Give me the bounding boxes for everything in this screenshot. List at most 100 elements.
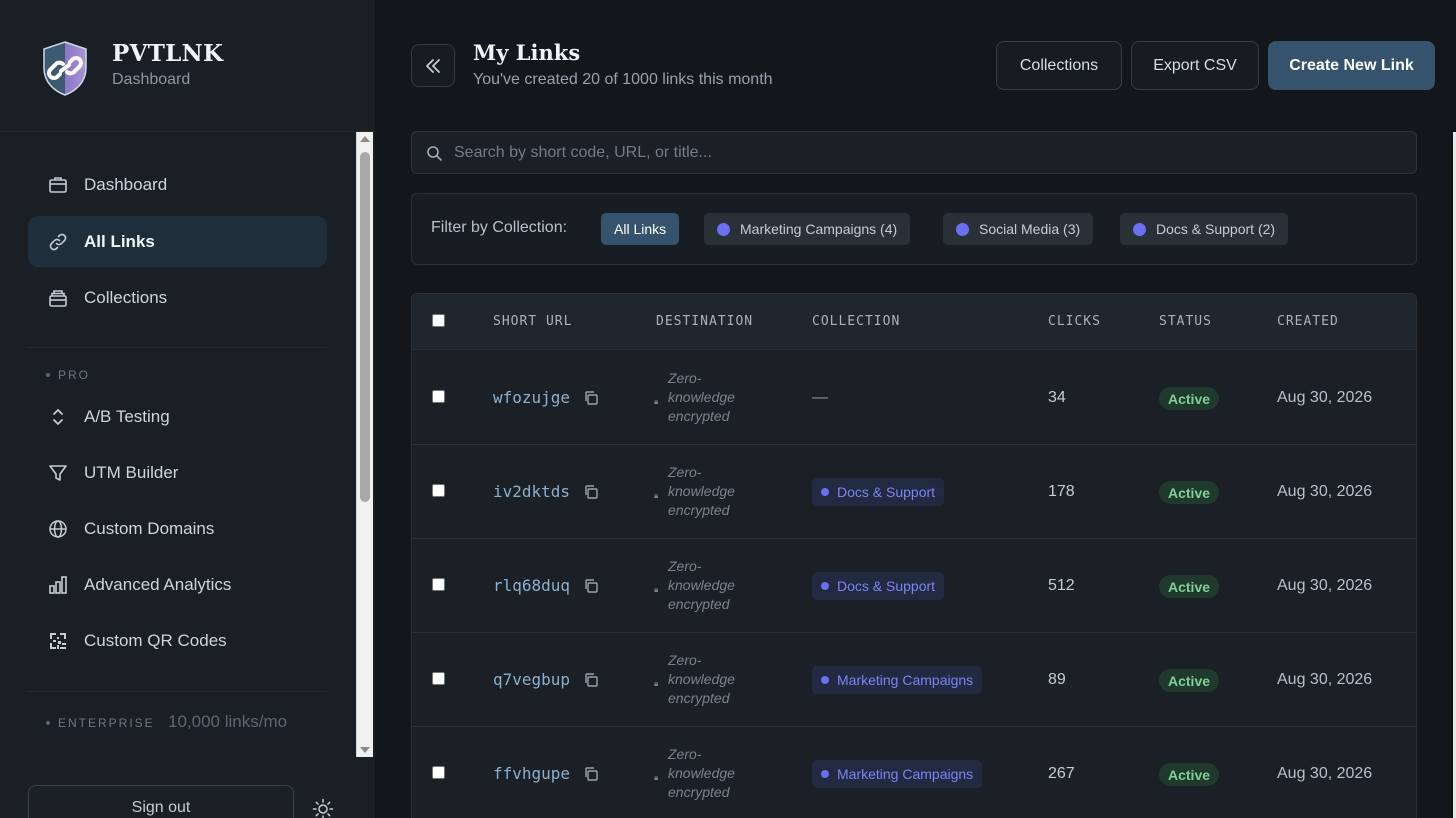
collection-tag[interactable]: Marketing Campaigns: [812, 760, 983, 788]
table-row[interactable]: iv2dktds 🔒︎ Zero- knowledge encrypted Do…: [412, 445, 1416, 539]
chip-label: Docs & Support (2): [1156, 221, 1276, 237]
dest-line: encrypted: [668, 784, 730, 800]
collection-filter: Filter by Collection: All Links Marketin…: [411, 193, 1417, 265]
copy-icon[interactable]: [583, 766, 599, 782]
collection-dot-icon: [821, 582, 829, 590]
column-header-created[interactable]: CREATED: [1277, 314, 1339, 329]
folder-stack-icon: [48, 288, 68, 308]
collection-dot-icon: [821, 676, 829, 684]
scroll-down-arrow-icon[interactable]: [360, 747, 370, 753]
created-date: Aug 30, 2026: [1277, 577, 1373, 594]
copy-icon[interactable]: [583, 578, 599, 594]
short-url-link[interactable]: ffvhgupe: [493, 764, 570, 783]
sidebar-item-utm-builder[interactable]: UTM Builder: [28, 447, 327, 498]
scroll-up-arrow-icon[interactable]: [360, 136, 370, 142]
sidebar-item-collections[interactable]: Collections: [28, 272, 327, 323]
filter-chip-all-links[interactable]: All Links: [601, 213, 680, 245]
search-input[interactable]: [454, 143, 1354, 162]
collection-tag[interactable]: Docs & Support: [812, 478, 945, 506]
collection-tag-label: Marketing Campaigns: [837, 766, 974, 782]
sidebar-scrollbar[interactable]: [356, 132, 373, 757]
column-header-status[interactable]: STATUS: [1159, 314, 1212, 329]
column-header-short-url[interactable]: SHORT URL: [493, 314, 572, 329]
table-header: SHORT URL DESTINATION COLLECTION CLICKS …: [412, 294, 1416, 350]
row-checkbox[interactable]: [432, 672, 445, 685]
brand-header: PVTLNK Dashboard: [0, 0, 375, 132]
row-checkbox[interactable]: [432, 484, 445, 497]
row-checkbox[interactable]: [432, 390, 445, 403]
scroll-thumb[interactable]: [360, 152, 370, 502]
dest-line: Zero-: [668, 652, 702, 668]
sidebar-item-ab-testing[interactable]: A/B Testing: [28, 391, 327, 442]
sidebar-item-label: A/B Testing: [84, 406, 170, 426]
sign-out-button[interactable]: Sign out: [28, 785, 294, 818]
status-badge: Active: [1159, 387, 1220, 410]
links-table: SHORT URL DESTINATION COLLECTION CLICKS …: [411, 293, 1417, 818]
brand-title: PVTLNK: [112, 40, 224, 67]
sidebar-item-advanced-analytics[interactable]: Advanced Analytics: [28, 559, 327, 610]
sidebar-nav: Dashboard All Links Collections PRO A/B …: [0, 132, 356, 758]
sidebar-item-custom-domains[interactable]: Custom Domains: [28, 503, 327, 554]
collection-empty: —: [812, 389, 828, 406]
lock-icon: 🔒︎: [654, 397, 659, 406]
sidebar-item-label: Dashboard: [84, 174, 168, 194]
chip-label: Marketing Campaigns (4): [740, 221, 898, 237]
short-url-link[interactable]: rlq68duq: [493, 576, 570, 595]
sidebar-item-custom-qr-codes[interactable]: Custom QR Codes: [28, 615, 327, 666]
collection-tag[interactable]: Marketing Campaigns: [812, 666, 983, 694]
dest-line: knowledge: [668, 577, 735, 593]
globe-icon: [48, 519, 68, 539]
row-checkbox[interactable]: [432, 766, 445, 779]
filter-chip-social-media[interactable]: Social Media (3): [943, 213, 1094, 245]
sidebar-item-dashboard[interactable]: Dashboard: [28, 159, 327, 210]
create-new-link-button[interactable]: Create New Link: [1268, 41, 1435, 90]
sidebar-item-label: Custom Domains: [84, 518, 215, 538]
lock-icon: 🔒︎: [654, 773, 659, 782]
status-badge: Active: [1159, 763, 1220, 786]
select-all-checkbox[interactable]: [432, 314, 445, 327]
dest-line: knowledge: [668, 483, 735, 499]
collapse-sidebar-button[interactable]: [411, 44, 455, 87]
collection-dot-icon: [821, 488, 829, 496]
dest-line: knowledge: [668, 389, 735, 405]
column-header-clicks[interactable]: CLICKS: [1048, 314, 1101, 329]
search-icon: [427, 145, 442, 161]
filter-chip-docs-support[interactable]: Docs & Support (2): [1120, 213, 1289, 245]
sidebar-item-label: Advanced Analytics: [84, 574, 232, 594]
copy-icon[interactable]: [583, 672, 599, 688]
collection-tag-label: Docs & Support: [837, 484, 936, 500]
divider: [28, 347, 327, 348]
collections-button[interactable]: Collections: [996, 41, 1122, 90]
bullet-dot: [46, 373, 50, 377]
dest-line: knowledge: [668, 765, 735, 781]
bar-chart-icon: [48, 575, 68, 595]
copy-icon[interactable]: [583, 484, 599, 500]
collection-tag[interactable]: Docs & Support: [812, 572, 945, 600]
short-url-link[interactable]: iv2dktds: [493, 482, 570, 501]
created-date: Aug 30, 2026: [1277, 483, 1373, 500]
lock-icon: 🔒︎: [654, 679, 659, 688]
column-header-destination[interactable]: DESTINATION: [656, 314, 753, 329]
divider: [28, 691, 327, 692]
table-row[interactable]: rlq68duq 🔒︎ Zero- knowledge encrypted Do…: [412, 539, 1416, 633]
table-row[interactable]: wfozujge 🔒︎ Zero- knowledge encrypted — …: [412, 351, 1416, 445]
sidebar-item-all-links[interactable]: All Links: [28, 216, 327, 267]
chip-label: Social Media (3): [979, 221, 1081, 237]
dest-line: knowledge: [668, 671, 735, 687]
short-url-link[interactable]: wfozujge: [493, 388, 570, 407]
click-count: 512: [1048, 577, 1075, 594]
row-checkbox[interactable]: [432, 578, 445, 591]
table-row[interactable]: q7vegbup 🔒︎ Zero- knowledge encrypted Ma…: [412, 633, 1416, 727]
copy-icon[interactable]: [583, 390, 599, 406]
collection-dot-icon: [821, 770, 829, 778]
shield-link-logo-icon: [43, 41, 87, 96]
dest-line: Zero-: [668, 558, 702, 574]
table-row[interactable]: ffvhgupe 🔒︎ Zero- knowledge encrypted Ma…: [412, 727, 1416, 818]
sun-icon[interactable]: [312, 798, 334, 818]
export-csv-button[interactable]: Export CSV: [1131, 41, 1259, 90]
filter-chip-marketing-campaigns[interactable]: Marketing Campaigns (4): [704, 213, 911, 245]
brand-subtitle: Dashboard: [112, 71, 191, 88]
dest-line: Zero-: [668, 746, 702, 762]
column-header-collection[interactable]: COLLECTION: [812, 314, 900, 329]
short-url-link[interactable]: q7vegbup: [493, 670, 570, 689]
